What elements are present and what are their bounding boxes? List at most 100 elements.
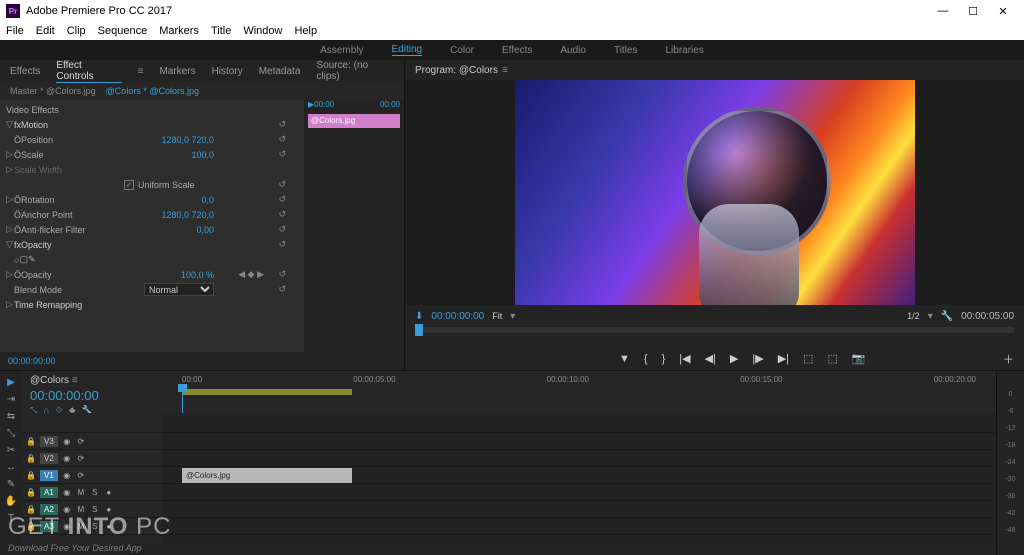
record-icon[interactable]: ●: [104, 522, 114, 531]
add-marker-icon[interactable]: ⬇: [415, 311, 423, 322]
menu-window[interactable]: Window: [243, 25, 282, 37]
mute-icon[interactable]: M: [76, 522, 86, 531]
reset-icon[interactable]: ↺: [278, 239, 286, 250]
ec-fx-motion[interactable]: ▽fx Motion↺: [6, 117, 294, 132]
tab-source[interactable]: Source: (no clips): [316, 60, 394, 82]
ec-scale[interactable]: ▷Ö Scale100,0↺: [6, 147, 294, 162]
timeline-ruler[interactable]: 00:00 00:00:05:00 00:00:10:00 00:00:15:0…: [162, 371, 996, 413]
hand-tool-icon[interactable]: ✋: [5, 496, 17, 507]
sequence-tab[interactable]: @Colors: [30, 375, 69, 386]
blend-mode-select[interactable]: Normal: [144, 283, 214, 296]
sync-lock-icon[interactable]: ⟳: [76, 454, 86, 463]
track-v1[interactable]: 🔒V1◉⟳: [22, 467, 162, 484]
workspace-libraries[interactable]: Libraries: [665, 45, 703, 56]
ec-instance-link[interactable]: @Colors * @Colors.jpg: [106, 86, 199, 96]
uniform-scale-checkbox[interactable]: ✓: [124, 180, 134, 190]
menu-markers[interactable]: Markers: [159, 25, 199, 37]
zoom-fit[interactable]: Fit: [492, 311, 502, 321]
track-a2[interactable]: 🔒A2◉MS●: [22, 501, 162, 518]
maximize-button[interactable]: ☐: [958, 5, 988, 18]
mask-pen-icon[interactable]: ✎: [28, 254, 36, 265]
mute-icon[interactable]: M: [76, 488, 86, 497]
go-to-in-icon[interactable]: |◀: [679, 352, 690, 365]
ec-anchor[interactable]: Ö Anchor Point1280,0 720,0↺: [6, 207, 294, 222]
ec-footer-timecode[interactable]: 00:00:00:00: [8, 356, 56, 366]
tab-effects[interactable]: Effects: [10, 66, 40, 77]
tab-effect-controls[interactable]: Effect Controls: [56, 60, 121, 83]
rate-tool-icon[interactable]: ⤡: [7, 428, 15, 439]
menu-sequence[interactable]: Sequence: [98, 25, 148, 37]
ec-position[interactable]: Ö Position1280,0 720,0↺: [6, 132, 294, 147]
reset-icon[interactable]: ↺: [278, 224, 286, 235]
selection-tool-icon[interactable]: ▶: [7, 377, 15, 388]
play-icon[interactable]: ▶: [730, 352, 738, 365]
ec-opacity[interactable]: ▷Ö Opacity100,0 %◀ ◆ ▶↺: [6, 267, 294, 282]
tab-metadata[interactable]: Metadata: [259, 66, 301, 77]
ec-rotation[interactable]: ▷Ö Rotation0,0↺: [6, 192, 294, 207]
lock-icon[interactable]: 🔒: [26, 505, 36, 514]
track-a1[interactable]: 🔒A1◉MS●: [22, 484, 162, 501]
reset-icon[interactable]: ↺: [278, 269, 286, 280]
ec-flicker[interactable]: ▷Ö Anti-flicker Filter0,00↺: [6, 222, 294, 237]
mini-clip[interactable]: @Colors.jpg: [308, 114, 400, 128]
workspace-titles[interactable]: Titles: [614, 45, 638, 56]
eye-icon[interactable]: ◉: [62, 437, 72, 446]
menu-edit[interactable]: Edit: [36, 25, 55, 37]
menu-title[interactable]: Title: [211, 25, 231, 37]
track-v3[interactable]: 🔒V3◉⟳: [22, 433, 162, 450]
panel-menu-icon[interactable]: ≡: [138, 66, 144, 77]
eye-icon[interactable]: ◉: [62, 454, 72, 463]
program-tab[interactable]: Program: @Colors: [415, 65, 498, 76]
minimize-button[interactable]: —: [928, 5, 958, 17]
track-select-tool-icon[interactable]: ⇥: [7, 394, 15, 405]
reset-icon[interactable]: ↺: [278, 209, 286, 220]
reset-icon[interactable]: ↺: [278, 179, 286, 190]
panel-menu-icon[interactable]: ≡: [72, 375, 78, 386]
menu-help[interactable]: Help: [294, 25, 317, 37]
razor-tool-icon[interactable]: ✂: [7, 445, 15, 456]
slip-tool-icon[interactable]: ↔: [6, 462, 16, 473]
go-to-out-icon[interactable]: ▶|: [778, 352, 789, 365]
ripple-tool-icon[interactable]: ⇆: [7, 411, 15, 422]
program-scrubber[interactable]: [415, 327, 1014, 333]
solo-icon[interactable]: S: [90, 522, 100, 531]
lock-icon[interactable]: 🔒: [26, 522, 36, 531]
reset-icon[interactable]: ↺: [278, 119, 286, 130]
timeline-timecode[interactable]: 00:00:00:00: [30, 388, 154, 403]
extract-icon[interactable]: ⬚: [827, 352, 837, 365]
ec-uniform-scale[interactable]: ✓Uniform Scale↺: [6, 177, 294, 192]
workspace-editing[interactable]: Editing: [392, 44, 423, 56]
eye-icon[interactable]: ◉: [62, 505, 72, 514]
workspace-audio[interactable]: Audio: [560, 45, 586, 56]
ec-fx-time[interactable]: ▷ Time Remapping: [6, 297, 294, 312]
ec-mask-tools[interactable]: ○ ▢ ✎: [6, 252, 294, 267]
program-monitor[interactable]: [405, 80, 1024, 305]
sync-lock-icon[interactable]: ⟳: [76, 437, 86, 446]
ec-blend[interactable]: Blend ModeNormal↺: [6, 282, 294, 297]
settings-icon[interactable]: 🔧: [941, 311, 953, 322]
set-out-icon[interactable]: }: [662, 353, 666, 365]
menu-clip[interactable]: Clip: [67, 25, 86, 37]
panel-menu-icon[interactable]: ≡: [502, 65, 508, 76]
close-button[interactable]: ✕: [988, 5, 1018, 18]
workspace-color[interactable]: Color: [450, 45, 474, 56]
mute-icon[interactable]: M: [76, 505, 86, 514]
resolution-select[interactable]: 1/2: [907, 311, 920, 321]
timeline-content[interactable]: @Colors.jpg: [162, 413, 996, 545]
solo-icon[interactable]: S: [90, 505, 100, 514]
workspace-assembly[interactable]: Assembly: [320, 45, 363, 56]
timeline-zoom-bar[interactable]: [22, 545, 996, 555]
reset-icon[interactable]: ↺: [278, 149, 286, 160]
playhead-icon[interactable]: [415, 324, 423, 336]
record-icon[interactable]: ●: [104, 488, 114, 497]
ec-mini-timeline[interactable]: ▶00:00 00:00 @Colors.jpg: [304, 100, 404, 352]
timeline-clip[interactable]: @Colors.jpg: [182, 468, 352, 483]
eye-icon[interactable]: ◉: [62, 522, 72, 531]
reset-icon[interactable]: ↺: [278, 284, 286, 295]
mask-rect-icon[interactable]: ▢: [19, 254, 28, 265]
tab-history[interactable]: History: [212, 66, 243, 77]
type-tool-icon[interactable]: T: [8, 513, 14, 524]
workspace-effects[interactable]: Effects: [502, 45, 532, 56]
step-back-icon[interactable]: ◀|: [705, 352, 716, 365]
sync-lock-icon[interactable]: ⟳: [76, 471, 86, 480]
